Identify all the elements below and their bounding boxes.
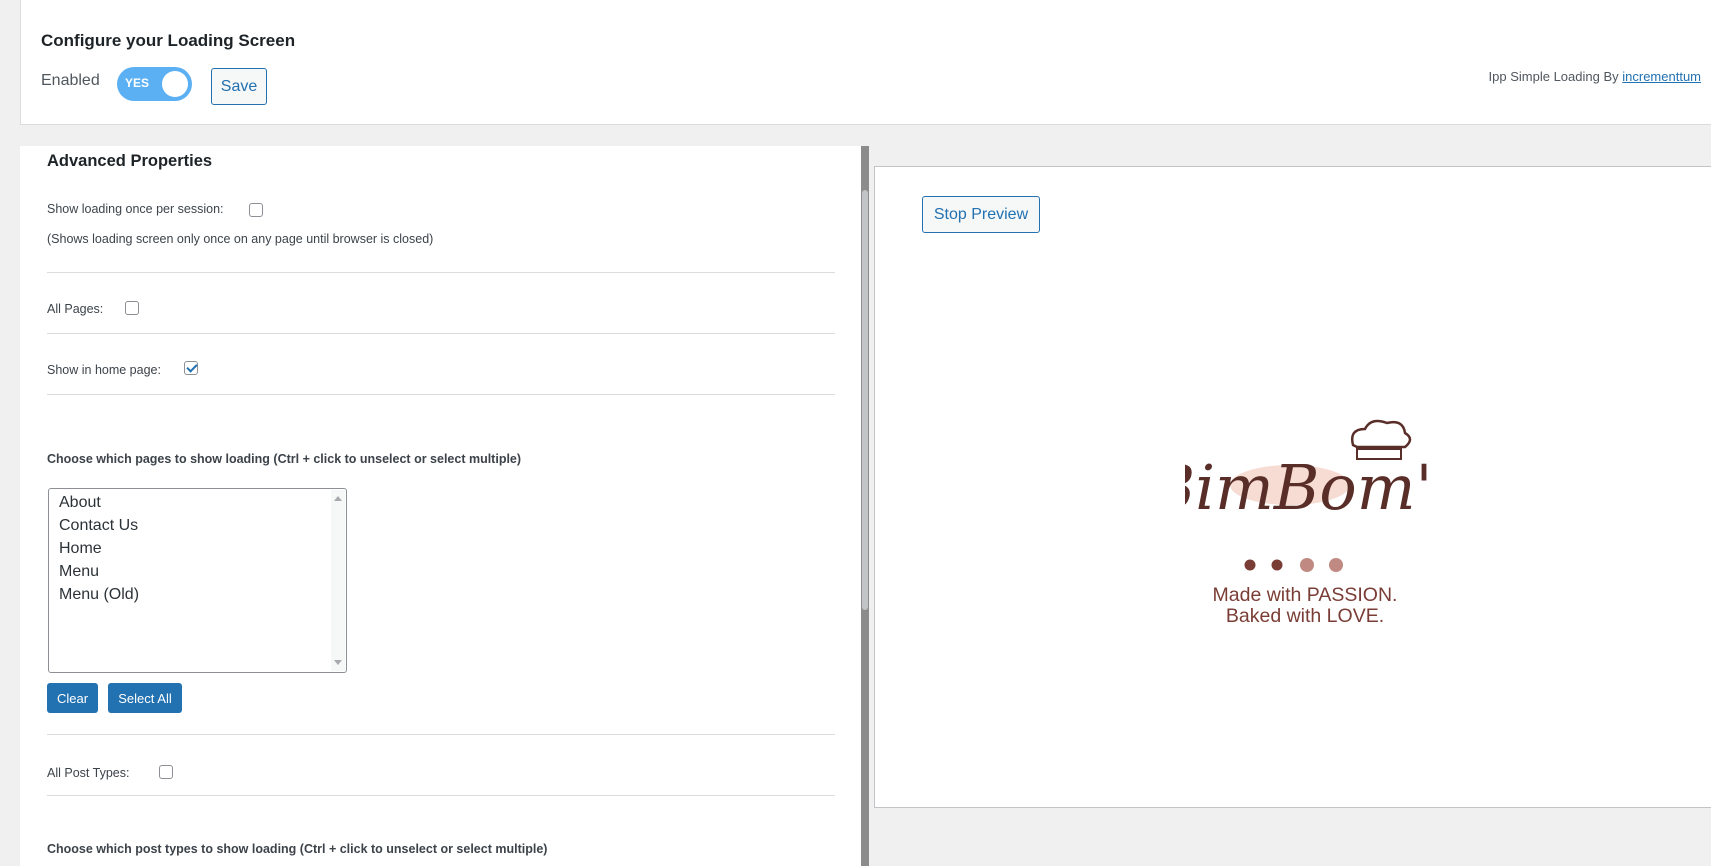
toggle-knob (162, 71, 188, 97)
post-types-heading: Choose which post types to show loading … (47, 842, 548, 856)
page-title: Configure your Loading Screen (41, 31, 296, 50)
scroll-down-icon[interactable] (334, 660, 342, 665)
page-option-menu[interactable]: Menu (59, 560, 139, 583)
panel-scrollbar-thumb[interactable] (862, 190, 868, 610)
home-page-label: Show in home page: (47, 363, 161, 377)
pages-select[interactable]: About Contact Us Home Menu Menu (Old) (48, 488, 347, 673)
loading-dots (1244, 558, 1343, 572)
save-button[interactable]: Save (211, 68, 267, 105)
chef-hat-icon (1351, 419, 1412, 449)
all-pages-checkbox[interactable] (125, 301, 139, 315)
scroll-up-icon[interactable] (334, 496, 342, 501)
home-page-checkbox[interactable] (184, 361, 198, 375)
divider (47, 272, 835, 273)
credit-text: Ipp Simple Loading By (1488, 69, 1619, 84)
toggle-state-label: YES (125, 76, 150, 90)
page-option-contact-us[interactable]: Contact Us (59, 514, 139, 537)
divider (47, 734, 835, 735)
once-per-session-hint: (Shows loading screen only once on any p… (47, 232, 434, 246)
config-header: Configure your Loading Screen Enabled YE… (20, 0, 1711, 125)
page-option-home[interactable]: Home (59, 537, 139, 560)
plugin-credit: Ipp Simple Loading By incrementtum (1489, 69, 1701, 84)
loading-dot (1271, 559, 1283, 571)
once-per-session-label: Show loading once per session: (47, 202, 224, 216)
panel-scrollbar[interactable] (861, 146, 869, 866)
stop-preview-button[interactable]: Stop Preview (922, 196, 1040, 233)
logo-wordmark: BimBom's (1185, 451, 1430, 524)
loading-dot (1329, 558, 1343, 572)
enabled-label: Enabled (41, 72, 100, 89)
advanced-properties-panel: Advanced Properties Show loading once pe… (20, 146, 861, 866)
logo-tagline: Made with PASSION. Baked with LOVE. (1155, 585, 1455, 627)
pages-select-scrollbar[interactable] (331, 490, 345, 671)
advanced-properties-title: Advanced Properties (47, 152, 213, 170)
loading-preview: Stop Preview BimBom's Made with PASSION.… (874, 166, 1711, 808)
once-per-session-checkbox[interactable] (249, 203, 263, 217)
all-pages-label: All Pages: (47, 302, 104, 316)
tagline-line-2: Baked with LOVE. (1225, 605, 1385, 627)
page-option-about[interactable]: About (59, 491, 139, 514)
divider (47, 333, 835, 334)
divider (47, 394, 835, 395)
loading-dot (1244, 559, 1256, 571)
all-post-types-checkbox[interactable] (159, 765, 173, 779)
pages-heading: Choose which pages to show loading (Ctrl… (47, 452, 522, 466)
divider (47, 795, 835, 796)
bimboms-logo: BimBom's (1185, 419, 1430, 524)
pages-options: About Contact Us Home Menu Menu (Old) (59, 491, 139, 606)
clear-button[interactable]: Clear (47, 683, 98, 713)
select-all-button[interactable]: Select All (108, 683, 182, 713)
loading-dot (1300, 558, 1314, 572)
tagline-line-1: Made with PASSION. (1212, 584, 1398, 606)
all-post-types-label: All Post Types: (47, 766, 130, 780)
credit-link[interactable]: incrementtum (1622, 69, 1701, 84)
page-option-menu-old[interactable]: Menu (Old) (59, 583, 139, 606)
enabled-toggle[interactable]: YES (117, 67, 192, 101)
